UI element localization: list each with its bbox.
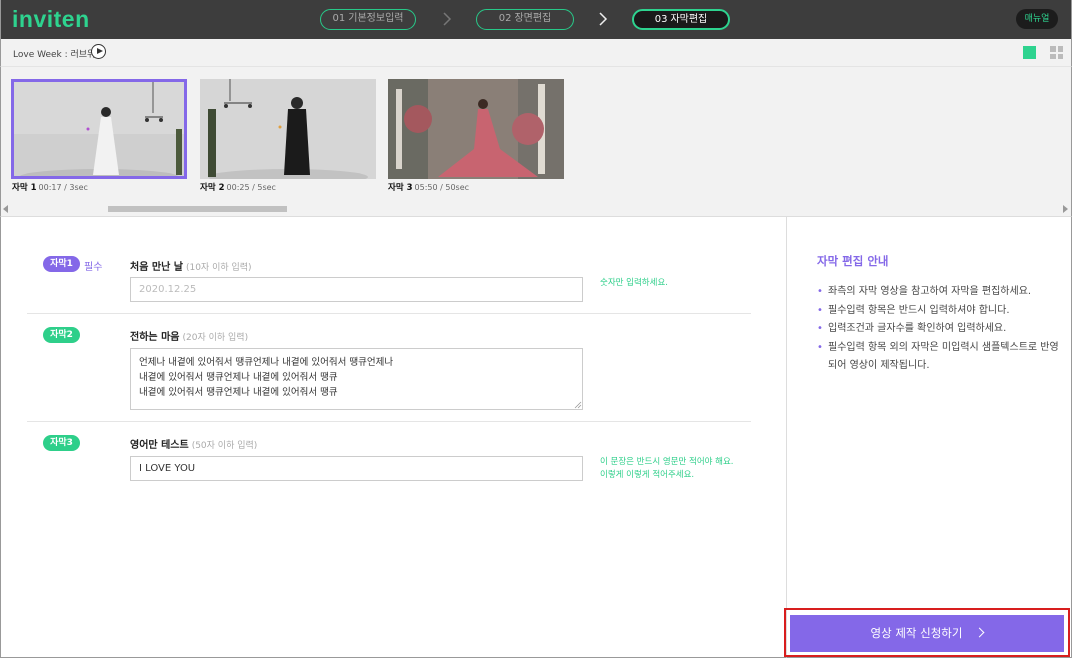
- step-number: 02: [498, 13, 512, 24]
- field-note-line: 이 문장은 반드시 영문만 적어야 해요.: [600, 457, 734, 467]
- field-label-text: 영어만 테스트: [130, 440, 189, 451]
- step-number: 03: [654, 14, 668, 25]
- chevron-right-icon: [443, 12, 452, 26]
- guide-item: 입력조건과 글자수를 확인하여 입력하세요.: [817, 320, 1062, 339]
- thumbnail-time: 05:50 / 50sec: [414, 183, 470, 192]
- subtitle-guide-panel: 자막 편집 안내 좌측의 자막 영상을 참고하여 자막을 편집하세요. 필수입력…: [786, 217, 1072, 658]
- thumbnail-subtitle-1[interactable]: [11, 79, 187, 179]
- thumbnail-name: 자막 2: [200, 183, 225, 193]
- project-bar: Love Week : 러브위크: [0, 39, 1072, 67]
- field-note: 숫자만 입력하세요.: [600, 278, 668, 288]
- subtitle-thumbnail-strip: 자막 1 00:17 / 3sec 자막 2 00:25 / 5sec 자막 3…: [0, 67, 1072, 217]
- field-note: 이 문장은 반드시 영문만 적어야 해요. 이렇게 이렇게 적어주세요.: [600, 456, 734, 482]
- chevron-right-icon: [975, 627, 985, 638]
- step-number: 01: [332, 13, 346, 24]
- step-label: 자막편집: [670, 14, 708, 25]
- field-label-text: 처음 만난 날: [130, 262, 183, 273]
- field-hint: (20자 이하 입력): [182, 333, 249, 343]
- submit-video-request-button[interactable]: 영상 제작 신청하기: [790, 615, 1064, 652]
- thumbnail-subtitle-3[interactable]: [388, 79, 564, 179]
- subtitle-form: 자막1 필수 처음 만난 날(10자 이하 입력) 숫자만 입력하세요. 자막2…: [0, 217, 786, 658]
- horizontal-scrollbar[interactable]: [1, 204, 1071, 214]
- field-hint: (10자 이하 입력): [185, 263, 252, 273]
- subtitle-field-3: 자막3 영어만 테스트(50자 이하 입력) 이 문장은 반드시 영문만 적어야…: [27, 422, 751, 492]
- manual-button[interactable]: 매뉴얼: [1016, 9, 1058, 29]
- field-label: 전하는 마음 (20자 이하 입력): [130, 328, 248, 343]
- guide-item: 필수입력 항목은 반드시 입력하셔야 합니다.: [817, 302, 1062, 321]
- scroll-left-icon[interactable]: [3, 205, 8, 213]
- message-textarea[interactable]: 언제나 내곁에 있어줘서 땡큐언제나 내곁에 있어줘서 땡큐언제나 내곁에 있어…: [130, 348, 583, 410]
- guide-title: 자막 편집 안내: [817, 254, 889, 268]
- submit-label: 영상 제작 신청하기: [870, 626, 963, 640]
- thumbnail-caption: 자막 1 00:17 / 3sec: [12, 181, 88, 193]
- step-basic-info[interactable]: 01 기본정보입력: [320, 9, 416, 30]
- thumbnail-subtitle-2[interactable]: [200, 79, 376, 179]
- field-hint: (50자 이하 입력): [191, 441, 258, 451]
- play-icon[interactable]: [91, 44, 106, 59]
- guide-item: 좌측의 자막 영상을 참고하여 자막을 편집하세요.: [817, 283, 1062, 302]
- thumbnail-time: 00:25 / 5sec: [226, 183, 276, 192]
- subtitle-field-2: 자막2 전하는 마음 (20자 이하 입력) 언제나 내곁에 있어줘서 땡큐언제나…: [27, 314, 751, 422]
- project-title: Love Week : 러브위크: [13, 50, 104, 60]
- guide-list: 좌측의 자막 영상을 참고하여 자막을 편집하세요. 필수입력 항목은 반드시 …: [817, 283, 1062, 376]
- subtitle-badge: 자막3: [43, 435, 80, 451]
- required-label: 필수: [84, 262, 103, 273]
- scroll-right-icon[interactable]: [1063, 205, 1068, 213]
- grid-view-icon[interactable]: [1050, 46, 1063, 59]
- subtitle-badge: 자막1: [43, 256, 80, 272]
- submit-highlight: 영상 제작 신청하기: [784, 608, 1070, 657]
- guide-item: 필수입력 항목 외의 자막은 미입력시 샘플텍스트로 반영되어 영상이 제작됩니…: [817, 339, 1062, 376]
- scene-image: [200, 79, 376, 179]
- thumbnail-name: 자막 3: [388, 183, 413, 193]
- thumbnail-name: 자막 1: [12, 183, 37, 193]
- first-meet-date-input[interactable]: [130, 277, 583, 302]
- single-view-icon[interactable]: [1023, 46, 1036, 59]
- logo[interactable]: inviten: [12, 6, 90, 33]
- step-label: 장면편집: [514, 13, 552, 24]
- step-scene-edit[interactable]: 02 장면편집: [476, 9, 574, 30]
- chevron-right-icon: [599, 12, 608, 26]
- field-label: 처음 만난 날 (10자 이하 입력): [130, 258, 252, 273]
- thumbnail-time: 00:17 / 3sec: [38, 183, 88, 192]
- step-label: 기본정보입력: [348, 13, 404, 24]
- top-header: inviten 01 기본정보입력 02 장면편집 03 자막편집 매뉴얼: [0, 0, 1072, 39]
- subtitle-field-1: 자막1 필수 처음 만난 날(10자 이하 입력) 숫자만 입력하세요.: [27, 217, 751, 314]
- field-label: 영어만 테스트 (50자 이하 입력): [130, 436, 257, 451]
- scene-image: [388, 79, 564, 179]
- field-note-line: 이렇게 이렇게 적어주세요.: [600, 470, 695, 480]
- scene-image: [11, 79, 187, 179]
- subtitle-badge: 자막2: [43, 327, 80, 343]
- resize-handle-icon[interactable]: [574, 401, 582, 409]
- english-text-input[interactable]: [130, 456, 583, 481]
- thumbnail-caption: 자막 3 05:50 / 50sec: [388, 181, 469, 193]
- step-subtitle-edit[interactable]: 03 자막편집: [632, 9, 730, 30]
- scrollbar-thumb[interactable]: [108, 206, 287, 212]
- thumbnail-caption: 자막 2 00:25 / 5sec: [200, 181, 276, 193]
- field-label-text: 전하는 마음: [130, 332, 180, 343]
